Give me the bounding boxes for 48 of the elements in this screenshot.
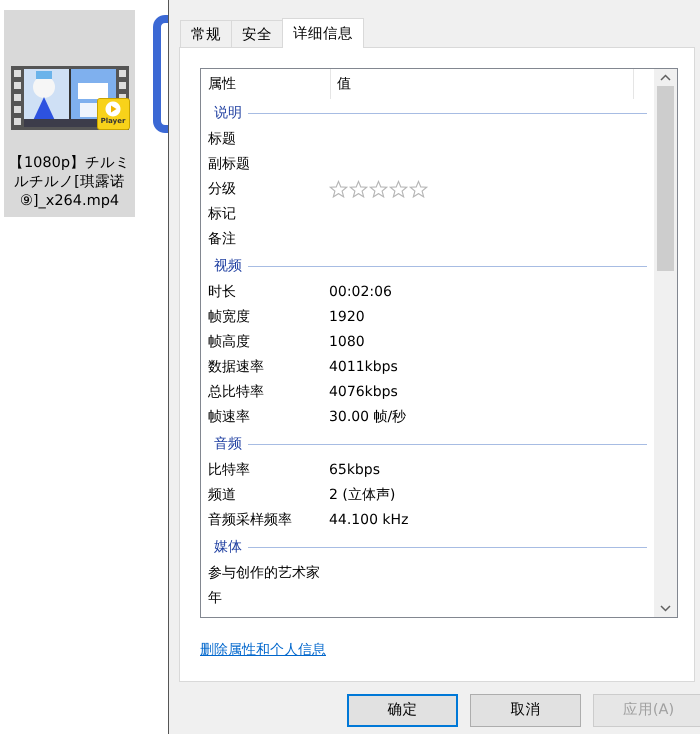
property-name: 副标题	[207, 155, 251, 174]
property-value: 00:02:06	[329, 283, 392, 302]
property-name: 参与创作的艺术家	[207, 564, 321, 583]
star-icon	[329, 180, 348, 199]
property-name: 年	[207, 589, 223, 608]
property-name: 标题	[207, 130, 237, 149]
property-value: 30.00 帧/秒	[329, 408, 406, 427]
property-name: 音频采样频率	[207, 511, 293, 530]
property-name: 数据速率	[207, 358, 265, 377]
column-header[interactable]: 属性	[201, 69, 331, 99]
file-name: 【1080p】チルミルチルノ[琪露诺⑨]_x264.mp4	[8, 154, 132, 211]
property-name: 频道	[207, 486, 237, 505]
property-value: 1080	[329, 333, 365, 352]
column-header[interactable]: 值	[331, 69, 634, 99]
star-icon	[389, 180, 408, 199]
property-value: 4011kbps	[329, 358, 398, 377]
remove-properties-link[interactable]: 删除属性和个人信息	[200, 640, 326, 661]
property-name: 帧速率	[207, 408, 251, 427]
star-icon	[409, 180, 428, 199]
property-value: 4076kbps	[329, 383, 398, 402]
property-value: 44.100 kHz	[329, 511, 408, 530]
scroll-up-icon[interactable]	[660, 74, 671, 81]
dialog-button[interactable]: 确定	[347, 694, 458, 727]
property-name: 时长	[207, 283, 237, 302]
section-heading: 音频	[214, 434, 242, 454]
star-rating[interactable]	[329, 180, 428, 199]
tab[interactable]: 详细信息	[282, 18, 364, 48]
scroll-down-icon[interactable]	[660, 605, 671, 612]
play-icon	[105, 101, 121, 117]
property-name: 帧宽度	[207, 308, 251, 327]
property-name: 总比特率	[207, 383, 265, 402]
section-heading: 说明	[214, 104, 242, 122]
property-value: 2 (立体声)	[329, 486, 396, 505]
dialog-button[interactable]: 取消	[470, 694, 581, 727]
star-icon	[369, 180, 388, 199]
scrollbar[interactable]	[654, 69, 677, 617]
tab[interactable]: 常规	[180, 20, 232, 47]
property-name: 备注	[207, 230, 237, 249]
star-icon	[349, 180, 368, 199]
property-name: 标记	[207, 205, 237, 224]
property-value: 1920	[329, 308, 365, 327]
property-name: 帧高度	[207, 333, 251, 352]
property-name: 比特率	[207, 461, 251, 480]
property-value: 65kbps	[329, 461, 380, 480]
section-heading: 媒体	[214, 538, 242, 556]
property-name: 分级	[207, 180, 237, 199]
section-heading: 视频	[214, 256, 242, 276]
scroll-thumb[interactable]	[657, 86, 674, 271]
